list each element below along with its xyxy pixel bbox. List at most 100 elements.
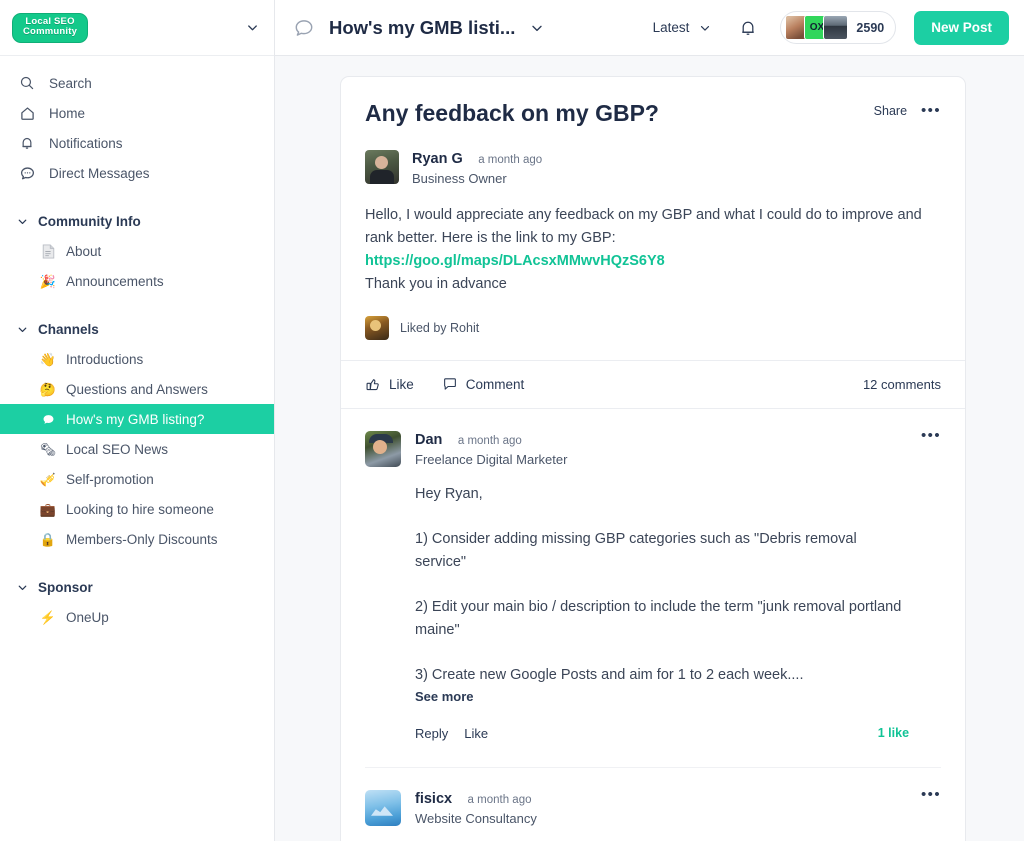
waving-hand-emoji: 👋 — [39, 351, 57, 367]
comment-author-name[interactable]: Dan — [415, 432, 442, 448]
newspaper-emoji: 🗞 — [39, 441, 57, 457]
logo-line-2: Community — [23, 26, 78, 37]
ellipsis-icon[interactable]: ••• — [909, 787, 941, 802]
see-more-button[interactable]: See more — [415, 689, 909, 704]
sidebar-item-label: Direct Messages — [49, 165, 150, 181]
sidebar-item-looking-to-hire-someone[interactable]: 💼 Looking to hire someone — [0, 494, 274, 524]
avatar — [365, 789, 401, 826]
comment-paragraph: 1) Consider adding missing GBP categorie… — [415, 530, 857, 570]
comment-author-role: Freelance Digital Marketer — [415, 451, 568, 467]
thumbs-up-icon — [365, 376, 381, 392]
chat-bubble-icon — [293, 17, 315, 39]
sidebar-item-self-promotion[interactable]: 🎺 Self-promotion — [0, 464, 274, 494]
sidebar-item-direct-messages[interactable]: Direct Messages — [0, 158, 274, 188]
topbar: How's my GMB listi... Latest OX 2590 New… — [275, 0, 1024, 56]
chevron-down-icon[interactable] — [245, 20, 260, 35]
comment-likes-count[interactable]: 1 like — [878, 726, 909, 740]
home-icon — [16, 102, 38, 124]
comment-author-role: Website Consultancy — [415, 810, 537, 826]
lock-emoji: 🔒 — [39, 531, 57, 547]
sidebar-item-label: Announcements — [66, 273, 164, 289]
sidebar-item-introductions[interactable]: 👋 Introductions — [0, 344, 274, 374]
sidebar-item-search[interactable]: Search — [0, 68, 274, 98]
sidebar-group-channels[interactable]: Channels — [0, 314, 274, 344]
comment-label: Comment — [465, 376, 525, 392]
comment-button[interactable]: Comment — [442, 376, 525, 392]
comment-item: fisicx a month ago Website Consultancy I… — [365, 766, 941, 841]
sidebar-item-label: Members-Only Discounts — [66, 531, 218, 547]
ellipsis-icon[interactable]: ••• — [909, 428, 941, 443]
sidebar-item-local-seo-news[interactable]: 🗞 Local SEO News — [0, 434, 274, 464]
author-line: Ryan G a month ago — [412, 150, 542, 168]
chevron-down-icon[interactable] — [529, 20, 545, 36]
share-button[interactable]: Share — [874, 104, 907, 118]
sidebar-item-about[interactable]: About — [0, 236, 274, 266]
post-text-line-1: Hello, I would appreciate any feedback o… — [365, 206, 922, 246]
sidebar-item-hows-my-gmb-listing[interactable]: How's my GMB listing? — [0, 404, 274, 434]
comments-count[interactable]: 12 comments — [863, 377, 941, 392]
sidebar-item-label: Search — [49, 75, 92, 91]
ellipsis-icon[interactable]: ••• — [921, 103, 941, 118]
sidebar-item-label: Looking to hire someone — [66, 501, 214, 517]
comment-paragraph: 2) Edit your main bio / description to i… — [415, 598, 902, 638]
avatar — [365, 430, 401, 467]
comment-like-button[interactable]: Like — [464, 726, 488, 741]
avatar — [823, 15, 849, 40]
sidebar-item-home[interactable]: Home — [0, 98, 274, 128]
author-meta: Ryan G a month ago Business Owner — [412, 150, 542, 186]
sidebar-item-label: Notifications — [49, 135, 123, 151]
sidebar-item-questions-and-answers[interactable]: 🤔 Questions and Answers — [0, 374, 274, 404]
post-action-bar: Like Comment 12 comments — [341, 359, 965, 408]
comment-author-name[interactable]: fisicx — [415, 791, 452, 807]
comment-author-line: fisicx a month ago — [415, 790, 909, 808]
post-author: Ryan G a month ago Business Owner — [365, 149, 941, 186]
chevron-down-icon — [14, 581, 30, 594]
search-icon — [16, 72, 38, 94]
new-post-button[interactable]: New Post — [914, 10, 1009, 45]
comments-list: Dan a month ago Freelance Digital Market… — [341, 407, 965, 841]
comment-body: Dan a month ago Freelance Digital Market… — [415, 431, 909, 761]
comment-timestamp: a month ago — [467, 793, 532, 806]
brand-header[interactable]: Local SEO Community — [0, 0, 274, 56]
sidebar-group-sponsor[interactable]: Sponsor — [0, 572, 274, 602]
comment-bubble-icon — [442, 376, 458, 392]
member-count: 2590 — [856, 20, 885, 35]
like-button[interactable]: Like — [365, 376, 414, 392]
sidebar-group-label: Community Info — [38, 213, 141, 229]
sidebar-item-label: Questions and Answers — [66, 381, 208, 397]
post-card: Any feedback on my GBP? Share ••• Ryan G… — [340, 76, 966, 841]
page-title: How's my GMB listi... — [329, 16, 516, 38]
sidebar-item-oneup[interactable]: ⚡ OneUp — [0, 602, 274, 632]
sidebar-group-label: Channels — [38, 321, 99, 337]
gbp-map-link[interactable]: https://goo.gl/maps/DLAcsxMMwvHQzS6Y8 — [365, 253, 665, 269]
community-logo[interactable]: Local SEO Community — [12, 12, 89, 43]
notifications-bell-icon[interactable] — [738, 18, 758, 38]
sidebar-item-label: Local SEO News — [66, 441, 169, 457]
comment-reply-button[interactable]: Reply — [415, 726, 448, 741]
sort-dropdown[interactable]: Latest — [653, 20, 713, 35]
author-name[interactable]: Ryan G — [412, 151, 463, 167]
comment-actions: Reply Like 1 like — [415, 726, 909, 761]
sidebar-group-community-info[interactable]: Community Info — [0, 206, 274, 236]
comment-item: Dan a month ago Freelance Digital Market… — [365, 428, 941, 767]
comment-timestamp: a month ago — [457, 434, 522, 447]
avatar — [365, 315, 389, 340]
sidebar-item-label: About — [66, 243, 102, 259]
sidebar-item-announcements[interactable]: 🎉 Announcements — [0, 266, 274, 296]
high-voltage-emoji: ⚡ — [39, 609, 57, 625]
post-body: Any feedback on my GBP? Share ••• Ryan G… — [341, 77, 965, 360]
sidebar-item-label: Introductions — [66, 351, 144, 367]
post-header-actions: Share ••• — [874, 99, 941, 118]
sidebar-item-notifications[interactable]: Notifications — [0, 128, 274, 158]
sidebar-item-members-only-discounts[interactable]: 🔒 Members-Only Discounts — [0, 524, 274, 554]
sidebar-scroll: Search Home Notifications Direct Message… — [0, 56, 274, 632]
sidebar: Local SEO Community Search Home Notifica… — [0, 0, 275, 841]
sidebar-item-label: Home — [49, 105, 86, 121]
chevron-down-icon — [698, 21, 712, 35]
liked-by-row: Liked by Rohit — [365, 315, 941, 360]
sort-label: Latest — [652, 20, 690, 35]
member-avatars-group[interactable]: OX 2590 — [780, 11, 897, 44]
main-area: How's my GMB listi... Latest OX 2590 New… — [275, 0, 1024, 841]
speech-balloon-emoji — [38, 412, 58, 427]
post-timestamp: a month ago — [478, 153, 543, 166]
